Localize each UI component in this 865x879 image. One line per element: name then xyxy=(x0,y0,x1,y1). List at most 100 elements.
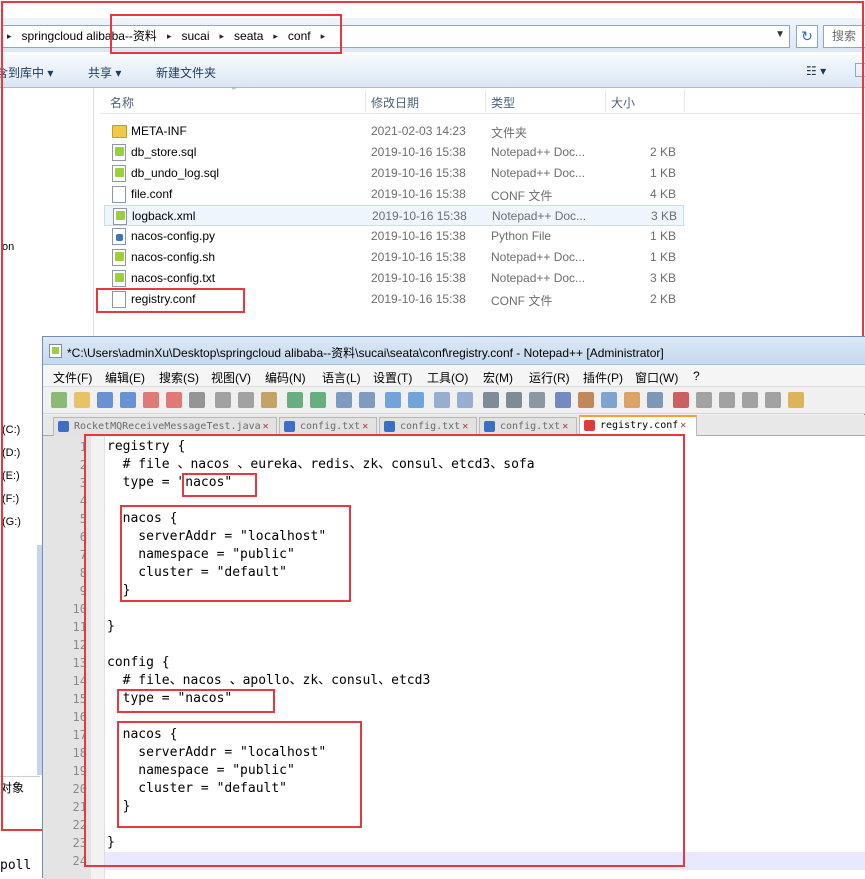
close-icon[interactable] xyxy=(143,392,159,408)
code-line[interactable]: serverAddr = "localhost" xyxy=(107,744,326,762)
code-line[interactable]: type = "nacos" xyxy=(107,690,233,708)
breadcrumb[interactable]: ▸ springcloud alibaba--资料 ▸ sucai ▸ seat… xyxy=(2,25,790,48)
nav-drive-c[interactable]: (C:) xyxy=(2,424,20,436)
menu-item[interactable]: 插件(P) xyxy=(583,369,623,386)
include-in-library-button[interactable]: 含到库中 ▾ xyxy=(0,64,53,81)
file-row[interactable]: registry.conf 2019-10-16 15:38 CONF 文件 2 KB xyxy=(104,289,684,310)
breadcrumb-item[interactable]: sucai xyxy=(173,26,217,47)
code-line[interactable]: nacos { xyxy=(107,510,178,528)
nav-item[interactable]: on xyxy=(2,241,14,253)
chevron-right-icon[interactable]: ▸ xyxy=(165,31,174,42)
menu-item[interactable]: 搜索(S) xyxy=(159,369,199,386)
copy-icon[interactable] xyxy=(238,392,254,408)
menu-item[interactable]: 语言(L) xyxy=(322,369,361,386)
file-row[interactable]: nacos-config.py 2019-10-16 15:38 Python Fi… xyxy=(104,226,684,247)
menu-item[interactable]: 文件(F) xyxy=(53,369,92,386)
menu-item[interactable]: ? xyxy=(693,369,700,383)
chevron-right-icon[interactable]: ▸ xyxy=(271,31,280,42)
folder-workspace-icon[interactable] xyxy=(624,392,640,408)
menu-item[interactable]: 宏(M) xyxy=(483,369,513,386)
file-row[interactable]: nacos-config.sh 2019-10-16 15:38 Notepad++… xyxy=(104,247,684,268)
close-icon[interactable]: ✕ xyxy=(263,421,269,432)
wrap-icon[interactable] xyxy=(483,392,499,408)
preview-pane-icon[interactable] xyxy=(855,63,865,77)
close-icon[interactable]: ✕ xyxy=(562,421,568,432)
breadcrumb-item[interactable]: conf xyxy=(280,26,319,47)
code-line[interactable]: } xyxy=(107,618,115,636)
chevron-down-icon[interactable]: ▼ xyxy=(775,29,785,40)
zoom-in-icon[interactable] xyxy=(385,392,401,408)
indent-guide-icon[interactable] xyxy=(529,392,545,408)
code-line[interactable]: serverAddr = "localhost" xyxy=(107,528,326,546)
column-type[interactable]: 类型 xyxy=(491,94,515,111)
open-file-icon[interactable] xyxy=(74,392,90,408)
chevron-right-icon[interactable]: ▸ xyxy=(319,31,328,42)
all-chars-icon[interactable] xyxy=(506,392,522,408)
column-name[interactable]: 名称 xyxy=(110,94,134,111)
breadcrumb-item[interactable]: springcloud alibaba--资料 xyxy=(14,26,165,47)
sync-v-icon[interactable] xyxy=(434,392,450,408)
nav-drive-f[interactable]: (F:) xyxy=(2,493,19,505)
search-input[interactable]: 搜索 xyxy=(823,25,865,48)
close-all-icon[interactable] xyxy=(166,392,182,408)
code-line[interactable]: # file 、nacos 、eureka、redis、zk、consul、et… xyxy=(107,456,535,474)
doc-map-icon[interactable] xyxy=(578,392,594,408)
chevron-right-icon[interactable]: ▸ xyxy=(5,31,14,42)
save-icon[interactable] xyxy=(97,392,113,408)
code-line[interactable]: } xyxy=(107,582,131,600)
tab-config-txt[interactable]: config.txt ✕ xyxy=(279,417,377,436)
share-button[interactable]: 共享 ▾ xyxy=(88,64,121,81)
save-macro-icon[interactable] xyxy=(765,392,781,408)
refresh-button[interactable]: ↻ xyxy=(796,25,818,48)
code-line[interactable]: } xyxy=(107,798,131,816)
code-line[interactable]: nacos { xyxy=(107,726,178,744)
play-macro-icon[interactable] xyxy=(719,392,735,408)
code-line[interactable]: type = "nacos" xyxy=(107,474,233,492)
paste-icon[interactable] xyxy=(261,392,277,408)
breadcrumb-item[interactable]: seata xyxy=(226,26,271,47)
code-line[interactable]: cluster = "default" xyxy=(107,780,287,798)
code-line[interactable]: namespace = "public" xyxy=(107,762,295,780)
run-macro-icon[interactable] xyxy=(742,392,758,408)
monitor-icon[interactable] xyxy=(647,392,663,408)
new-folder-button[interactable]: 新建文件夹 xyxy=(156,64,216,81)
sync-h-icon[interactable] xyxy=(457,392,473,408)
spell-icon[interactable] xyxy=(788,392,804,408)
lang-icon[interactable] xyxy=(555,392,571,408)
chevron-right-icon[interactable]: ▸ xyxy=(217,31,226,42)
code-line[interactable]: } xyxy=(107,834,115,852)
menu-item[interactable]: 视图(V) xyxy=(211,369,251,386)
tab-rocketmqreceivemessagetest-java[interactable]: RocketMQReceiveMessageTest.java ✕ xyxy=(53,417,277,436)
menu-item[interactable]: 设置(T) xyxy=(373,369,412,386)
file-row[interactable]: db_undo_log.sql 2019-10-16 15:38 Notepad++… xyxy=(104,163,684,184)
tab-registry-conf[interactable]: registry.conf ✕ xyxy=(579,415,697,436)
redo-icon[interactable] xyxy=(310,392,326,408)
column-date[interactable]: 修改日期 xyxy=(371,94,419,111)
function-list-icon[interactable] xyxy=(601,392,617,408)
replace-icon[interactable] xyxy=(359,392,375,408)
file-row[interactable]: file.conf 2019-10-16 15:38 CONF 文件 4 KB xyxy=(104,184,684,205)
tab-config-txt[interactable]: config.txt ✕ xyxy=(379,417,477,436)
code-line[interactable]: cluster = "default" xyxy=(107,564,287,582)
view-options-icon[interactable]: ☷ ▾ xyxy=(806,64,826,78)
record-macro-icon[interactable] xyxy=(673,392,689,408)
close-icon[interactable]: ✕ xyxy=(462,421,468,432)
close-icon[interactable]: ✕ xyxy=(362,421,368,432)
new-file-icon[interactable] xyxy=(51,392,67,408)
menu-item[interactable]: 窗口(W) xyxy=(635,369,678,386)
code-line[interactable]: registry { xyxy=(107,438,185,456)
file-row[interactable]: META-INF 2021-02-03 14:23 文件夹 xyxy=(104,121,684,142)
close-icon[interactable]: ✕ xyxy=(680,420,686,431)
code-line[interactable]: config { xyxy=(107,654,170,672)
editor[interactable]: 1 2 3 4 5 6 7 8 9 10 11 12 13 14 15 16 17 18 19 20 21 22 23 24 … xyxy=(43,436,865,879)
file-row[interactable]: logback.xml 2019-10-16 15:38 Notepad++ Doc… xyxy=(104,205,684,226)
column-size[interactable]: 大小 xyxy=(611,94,635,111)
zoom-out-icon[interactable] xyxy=(408,392,424,408)
menu-item[interactable]: 工具(O) xyxy=(427,369,468,386)
file-row[interactable]: nacos-config.txt 2019-10-16 15:38 Notepad+… xyxy=(104,268,684,289)
print-icon[interactable] xyxy=(189,392,205,408)
file-row[interactable]: db_store.sql 2019-10-16 15:38 Notepad++ Do… xyxy=(104,142,684,163)
stop-macro-icon[interactable] xyxy=(696,392,712,408)
find-icon[interactable] xyxy=(336,392,352,408)
cut-icon[interactable] xyxy=(215,392,231,408)
